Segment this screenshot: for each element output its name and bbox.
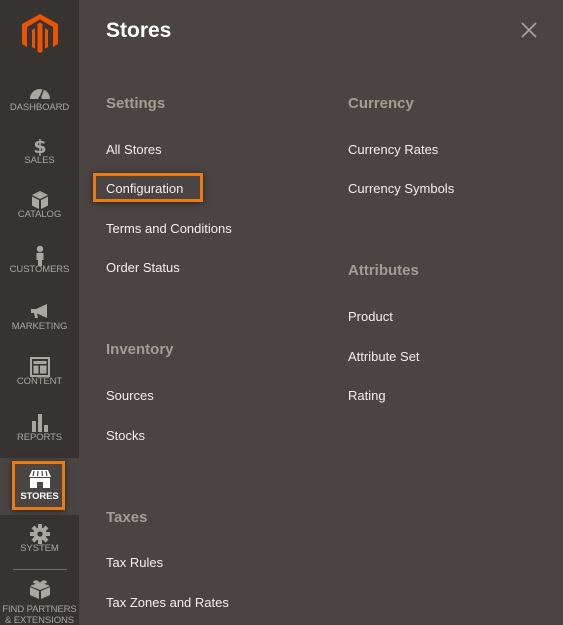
- group-title-currency: Currency: [348, 95, 414, 112]
- sidebar-divider: [13, 569, 67, 570]
- group-title-attributes: Attributes: [348, 262, 419, 279]
- group-title-inventory: Inventory: [106, 341, 174, 358]
- nav-label: FIND PARTNERS: [2, 604, 77, 615]
- nav-label: REPORTS: [16, 432, 63, 443]
- panel-title: Stores: [106, 19, 172, 42]
- nav-customers[interactable]: CUSTOMERS: [0, 245, 79, 301]
- nav-system[interactable]: SYSTEM: [0, 524, 79, 580]
- link-currency-symbols[interactable]: Currency Symbols: [348, 181, 454, 196]
- link-currency-rates[interactable]: Currency Rates: [348, 142, 438, 157]
- stores-menu-panel: Stores Settings All Stores Configuration…: [79, 0, 563, 625]
- admin-app: DASHBOARD $ SALES CATALOG CUSTOMERS MARK…: [0, 0, 563, 625]
- nav-marketing[interactable]: MARKETING: [0, 302, 79, 358]
- nav-label: CATALOG: [17, 209, 62, 220]
- link-product[interactable]: Product: [348, 309, 393, 324]
- nav-label: MARKETING: [11, 321, 68, 332]
- nav-stores[interactable]: STORES: [0, 458, 79, 515]
- nav-label: SYSTEM: [20, 543, 59, 554]
- link-attribute-set[interactable]: Attribute Set: [348, 349, 420, 364]
- link-stocks[interactable]: Stocks: [106, 428, 145, 443]
- link-order-status[interactable]: Order Status: [106, 260, 180, 275]
- nav-label: STORES: [20, 491, 59, 502]
- nav-label-line2: & EXTENSIONS: [4, 615, 74, 625]
- link-all-stores[interactable]: All Stores: [106, 142, 162, 157]
- nav-label: SALES: [24, 155, 55, 166]
- link-tax-rules[interactable]: Tax Rules: [106, 555, 163, 570]
- link-sources[interactable]: Sources: [106, 388, 154, 403]
- nav-label: CUSTOMERS: [9, 264, 70, 275]
- nav-label: CONTENT: [16, 376, 63, 387]
- magento-logo[interactable]: [22, 14, 58, 54]
- storefront-icon: [28, 469, 52, 491]
- nav-sales[interactable]: $ SALES: [0, 136, 79, 192]
- link-tax-zones-and-rates[interactable]: Tax Zones and Rates: [106, 595, 229, 610]
- close-icon[interactable]: [519, 20, 539, 40]
- group-title-taxes: Taxes: [106, 509, 148, 526]
- link-rating[interactable]: Rating: [348, 388, 386, 403]
- nav-catalog[interactable]: CATALOG: [0, 190, 79, 246]
- nav-label: DASHBOARD: [9, 102, 70, 113]
- link-configuration[interactable]: Configuration: [106, 181, 183, 196]
- link-terms-and-conditions[interactable]: Terms and Conditions: [106, 221, 232, 236]
- nav-content[interactable]: CONTENT: [0, 357, 79, 413]
- lego-brick-icon: [28, 578, 52, 600]
- admin-sidebar: DASHBOARD $ SALES CATALOG CUSTOMERS MARK…: [0, 0, 79, 625]
- nav-dashboard[interactable]: DASHBOARD: [0, 83, 79, 139]
- nav-find-partners[interactable]: FIND PARTNERS & EXTENSIONS: [0, 578, 79, 625]
- group-title-settings: Settings: [106, 95, 166, 112]
